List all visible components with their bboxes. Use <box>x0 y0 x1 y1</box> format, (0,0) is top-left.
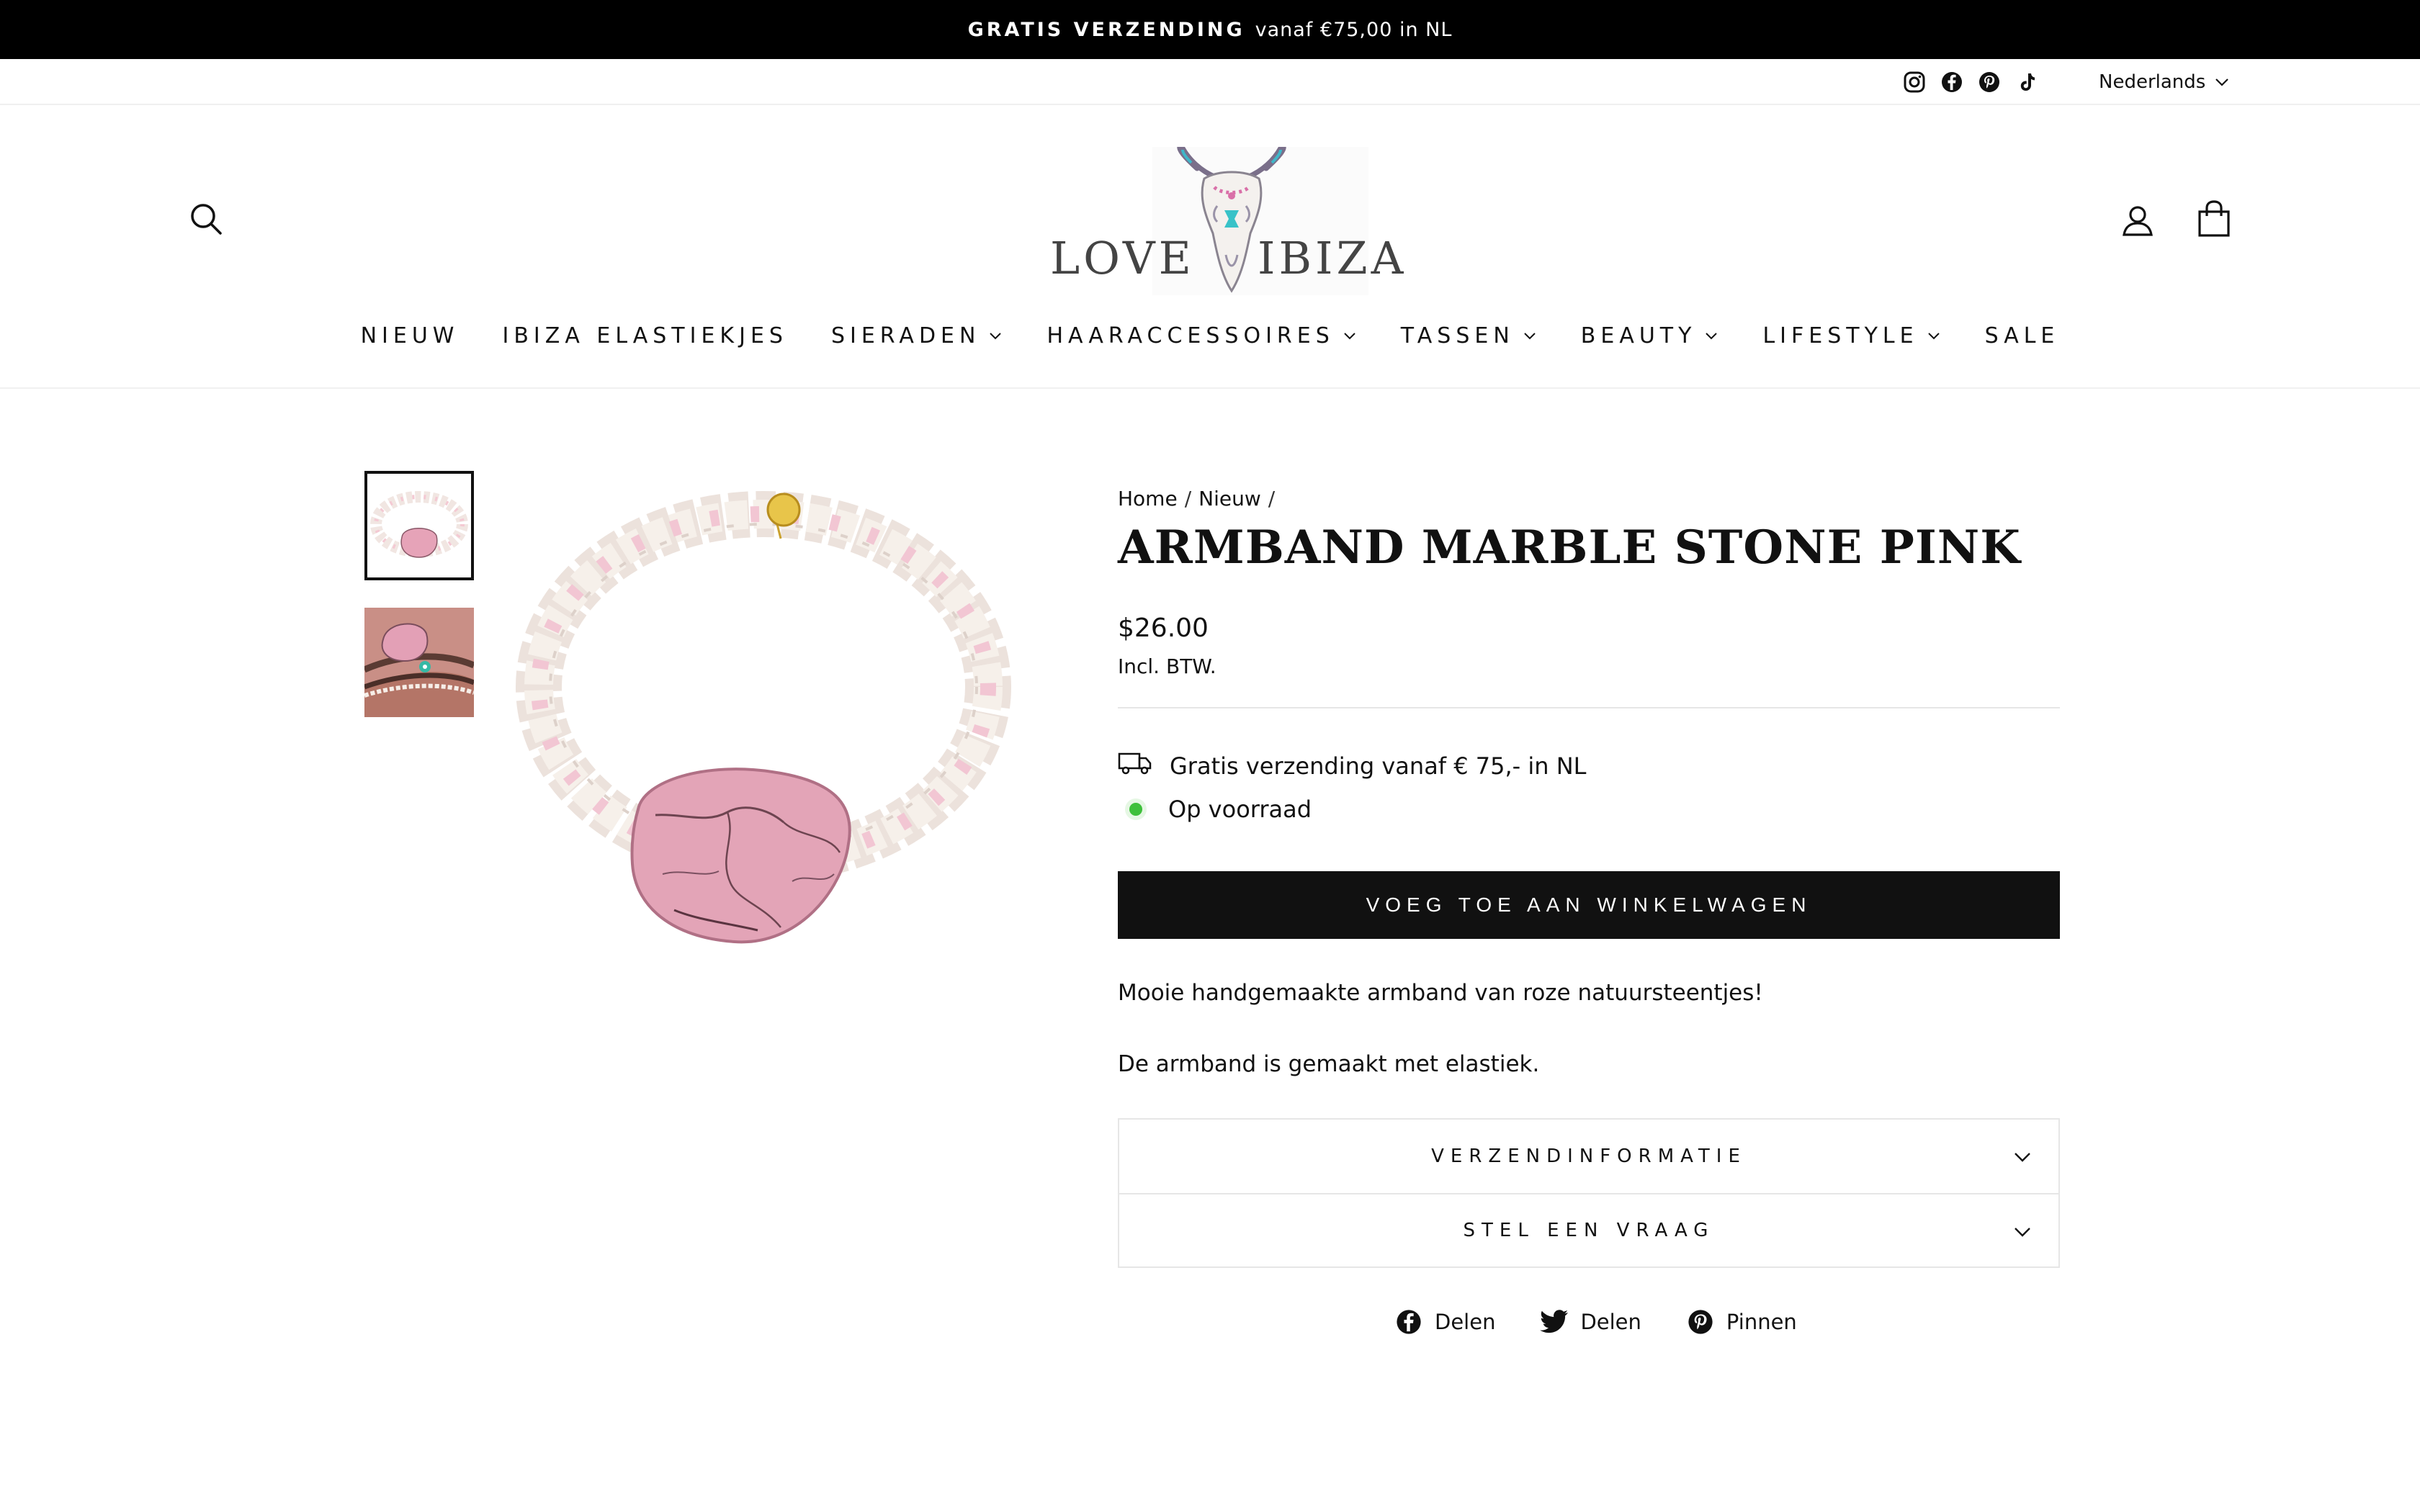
in-stock-dot-icon <box>1129 803 1142 816</box>
nav-item-beauty[interactable]: BEAUTY <box>1559 323 1742 348</box>
divider <box>1118 707 2060 709</box>
pinterest-icon <box>1686 1308 1715 1336</box>
nav-label: HAARACCESSOIRES <box>1047 323 1335 348</box>
search-button[interactable] <box>184 197 228 240</box>
facebook-icon[interactable] <box>1939 69 1965 95</box>
announcement-strong: GRATIS VERZENDING <box>967 18 1245 41</box>
description-paragraph: De armband is gemaakt met elastiek. <box>1118 1050 1540 1077</box>
pinterest-icon[interactable] <box>1976 69 2002 95</box>
share-label: Delen <box>1435 1310 1496 1334</box>
accordion-verzendinformatie[interactable]: VERZENDINFORMATIE <box>1119 1120 2058 1193</box>
language-selector[interactable]: Nederlands <box>2099 69 2230 95</box>
shipping-note-text: Gratis verzending vanaf € 75,- in NL <box>1170 752 1587 780</box>
language-label: Nederlands <box>2099 71 2206 93</box>
main-navigation: NIEUW IBIZA ELASTIEKJES SIERADEN HAARACC… <box>0 314 2420 357</box>
bracelet-image <box>490 471 1037 975</box>
utility-bar: Nederlands <box>0 59 2420 105</box>
site-header: LOVE IBIZA NIEUW IBIZA ELASTIEKJES SIERA… <box>0 105 2420 389</box>
account-button[interactable] <box>2116 199 2159 242</box>
truck-icon <box>1118 750 1152 782</box>
nav-item-lifestyle[interactable]: LIFESTYLE <box>1741 323 1963 348</box>
chevron-down-icon <box>2012 1222 2033 1242</box>
user-icon <box>2123 206 2153 236</box>
product-title: ARMBAND MARBLE STONE PINK <box>1118 521 2021 575</box>
nav-label: SALE <box>1984 323 2060 348</box>
breadcrumb-separator: / <box>1268 486 1276 510</box>
info-accordion: VERZENDINFORMATIE STEL EEN VRAAG <box>1118 1118 2060 1269</box>
shopping-bag-icon <box>2198 200 2230 237</box>
nav-item-tassen[interactable]: TASSEN <box>1379 323 1559 348</box>
cart-button[interactable] <box>2192 196 2236 242</box>
chevron-down-icon <box>2214 74 2230 90</box>
product-info: Home / Nieuw / ARMBAND MARBLE STONE PINK… <box>1118 475 2060 1269</box>
stock-status: Op voorraad <box>1118 788 2060 831</box>
tax-note: Incl. BTW. <box>1118 654 1216 679</box>
share-pinterest-button[interactable]: Pinnen <box>1686 1308 1797 1336</box>
accordion-label: STEL EEN VRAAG <box>1463 1220 1715 1242</box>
bracelet-thumbnail-image <box>367 474 471 577</box>
logo-text-right: IBIZA <box>1258 232 1407 284</box>
breadcrumb-separator: / <box>1184 486 1192 510</box>
chevron-down-icon <box>2012 1147 2033 1167</box>
nav-item-haaraccessoires[interactable]: HAARACCESSOIRES <box>1025 323 1379 348</box>
product-thumbnail-2[interactable] <box>364 608 474 717</box>
search-icon <box>191 204 222 235</box>
bracelet-on-wrist-image <box>364 608 474 717</box>
facebook-icon <box>1394 1308 1423 1336</box>
nav-label: IBIZA ELASTIEKJES <box>502 323 788 348</box>
product-thumbnail-1[interactable] <box>364 471 474 580</box>
site-logo[interactable]: LOVE IBIZA <box>1044 142 1403 295</box>
nav-label: SIERADEN <box>830 323 981 348</box>
accordion-label: VERZENDINFORMATIE <box>1431 1146 1747 1168</box>
chevron-down-icon <box>1926 328 1942 343</box>
add-to-cart-button[interactable]: VOEG TOE AAN WINKELWAGEN <box>1118 871 2060 940</box>
accordion-stel-een-vraag[interactable]: STEL EEN VRAAG <box>1119 1193 2058 1266</box>
share-twitter-button[interactable]: Delen <box>1540 1308 1641 1336</box>
announcement-text: vanaf €75,00 in NL <box>1255 18 1453 41</box>
nav-label: BEAUTY <box>1580 323 1697 348</box>
chevron-down-icon <box>1342 328 1358 343</box>
share-links: Delen Delen Pinnen <box>1394 1308 1797 1336</box>
breadcrumb-home[interactable]: Home <box>1118 487 1178 510</box>
twitter-icon <box>1540 1308 1569 1336</box>
product-description: Mooie handgemaakte armband van roze natu… <box>1118 976 2060 1081</box>
nav-label: TASSEN <box>1400 323 1515 348</box>
share-label: Delen <box>1580 1310 1641 1334</box>
breadcrumb: Home / Nieuw / <box>1118 475 2060 521</box>
shipping-note: Gratis verzending vanaf € 75,- in NL <box>1118 744 2060 788</box>
social-links <box>1901 69 2040 95</box>
share-facebook-button[interactable]: Delen <box>1394 1308 1495 1336</box>
instagram-icon[interactable] <box>1901 69 1927 95</box>
chevron-down-icon <box>1703 328 1719 343</box>
nav-label: NIEUW <box>360 323 460 348</box>
breadcrumb-nieuw[interactable]: Nieuw <box>1198 487 1261 510</box>
nav-item-nieuw[interactable]: NIEUW <box>339 323 481 348</box>
share-label: Pinnen <box>1726 1310 1797 1334</box>
logo-text-left: LOVE <box>1050 232 1195 284</box>
tiktok-icon[interactable] <box>2014 69 2040 95</box>
product-main-image[interactable] <box>490 471 1037 975</box>
product-price: $26.00 <box>1118 613 1209 644</box>
chevron-down-icon <box>987 328 1003 343</box>
nav-item-ibiza-elastiekjes[interactable]: IBIZA ELASTIEKJES <box>480 323 809 348</box>
stock-status-text: Op voorraad <box>1168 796 1312 824</box>
description-paragraph: Mooie handgemaakte armband van roze natu… <box>1118 980 1763 1007</box>
nav-label: LIFESTYLE <box>1762 323 1919 348</box>
announcement-bar: GRATIS VERZENDING vanaf €75,00 in NL <box>0 0 2420 59</box>
nav-item-sale[interactable]: SALE <box>1963 323 2081 348</box>
nav-item-sieraden[interactable]: SIERADEN <box>810 323 1026 348</box>
chevron-down-icon <box>1522 328 1538 343</box>
